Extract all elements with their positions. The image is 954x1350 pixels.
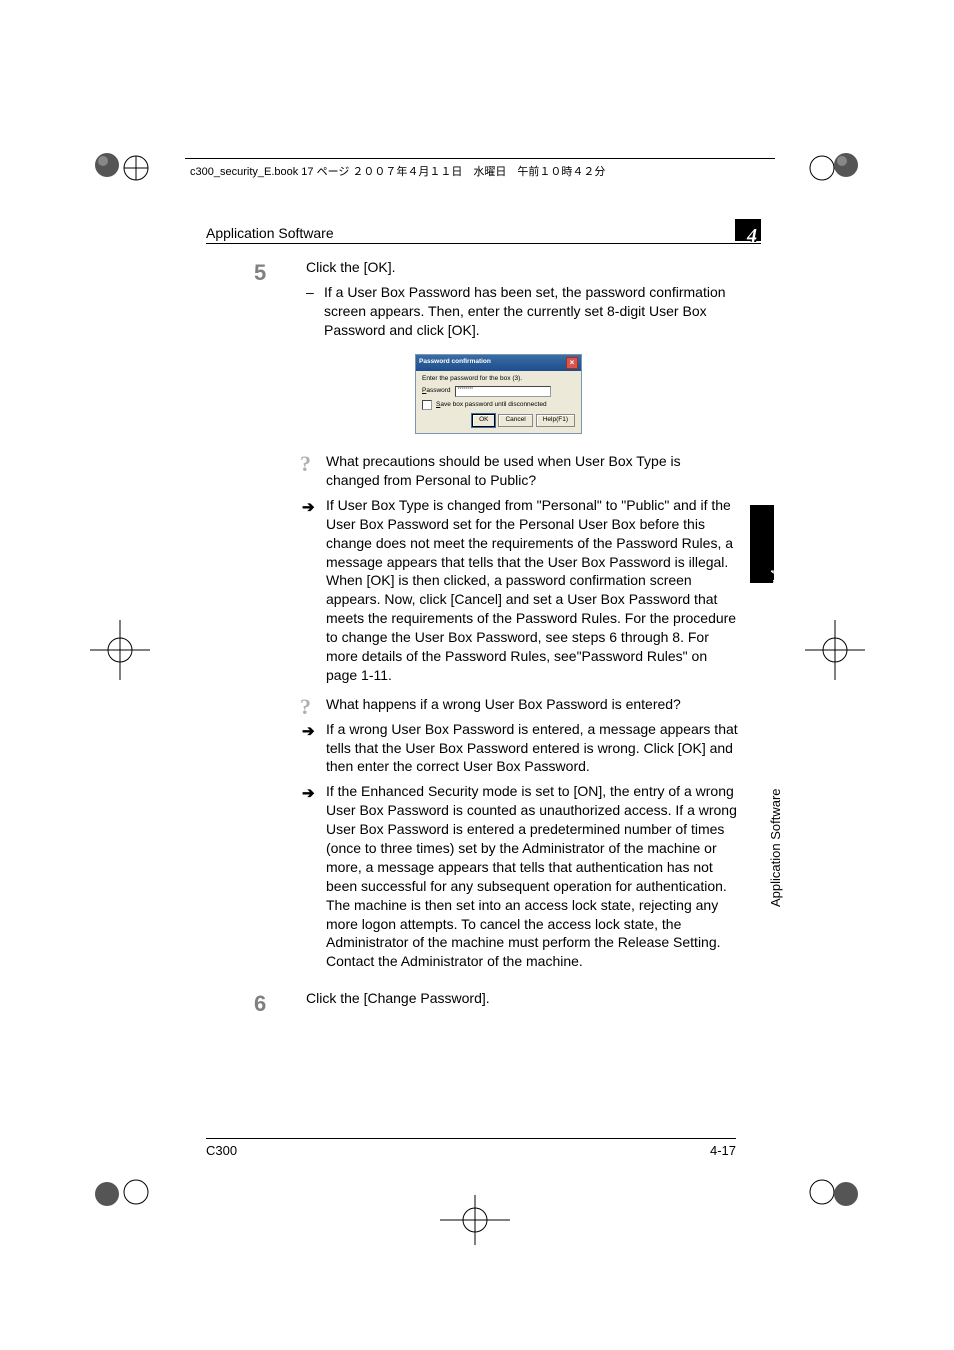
question-icon: ? <box>300 449 311 479</box>
step-text: Click the [Change Password]. <box>306 989 738 1008</box>
step-number: 6 <box>254 989 266 1019</box>
arrow-icon: ➔ <box>302 784 315 804</box>
answer-text: If a wrong User Box Password is entered,… <box>326 721 738 775</box>
crop-mark <box>58 120 178 240</box>
ok-button[interactable]: OK <box>472 414 495 427</box>
crop-mark <box>430 1190 520 1250</box>
question-text: What precautions should be used when Use… <box>326 453 681 488</box>
footer-model: C300 <box>206 1143 237 1158</box>
reg-ball <box>93 151 121 179</box>
footer-page: 4-17 <box>710 1143 736 1158</box>
answer-1: ➔ If User Box Type is changed from "Pers… <box>306 496 738 685</box>
question-2: ? What happens if a wrong User Box Passw… <box>306 695 738 714</box>
step-5: 5 Click the [OK]. If a User Box Password… <box>260 258 738 340</box>
answer-text: If User Box Type is changed from "Person… <box>326 497 736 683</box>
section-label: Application Software <box>768 788 783 907</box>
dialog-prompt: Enter the password for the box (3). <box>422 375 575 384</box>
step-subtext: If a User Box Password has been set, the… <box>306 283 738 340</box>
dialog-titlebar: Password confirmation × <box>416 355 581 371</box>
password-dialog: Password confirmation × Enter the passwo… <box>415 354 582 435</box>
crop-mark <box>780 120 900 240</box>
save-password-label: Save box password until disconnectedSave… <box>436 401 547 410</box>
question-1: ? What precautions should be used when U… <box>306 452 738 490</box>
close-icon[interactable]: × <box>566 357 578 369</box>
reg-ball <box>832 151 860 179</box>
step-6: 6 Click the [Change Password]. <box>260 989 738 1008</box>
cancel-button[interactable]: Cancel <box>498 414 532 427</box>
arrow-icon: ➔ <box>302 722 315 742</box>
reg-ball <box>832 1180 860 1208</box>
save-password-checkbox[interactable] <box>422 400 432 410</box>
crop-mark <box>775 590 895 710</box>
page-footer: C300 4-17 <box>206 1138 736 1158</box>
question-text: What happens if a wrong User Box Passwor… <box>326 696 681 712</box>
section-number: 4 <box>747 225 757 248</box>
password-label: PPasswordassword <box>422 387 451 396</box>
section-title: Application Software <box>206 225 334 241</box>
answer-3: ➔ If the Enhanced Security mode is set t… <box>306 782 738 971</box>
content-area: 5 Click the [OK]. If a User Box Password… <box>260 258 738 1022</box>
step-text: Click the [OK]. <box>306 258 738 277</box>
side-tab-section: Application Software <box>750 590 774 762</box>
answer-2: ➔ If a wrong User Box Password is entere… <box>306 720 738 777</box>
section-number-box: 4 <box>735 219 761 241</box>
header-path: c300_security_E.book 17 ページ ２００７年４月１１日 水… <box>190 163 605 179</box>
help-button[interactable]: Help(F1) <box>536 414 575 427</box>
arrow-icon: ➔ <box>302 498 315 518</box>
step-number: 5 <box>254 258 266 288</box>
header-rule <box>185 158 775 159</box>
reg-ball <box>93 1180 121 1208</box>
crop-mark <box>60 590 180 710</box>
dialog-title: Password confirmation <box>419 358 491 367</box>
side-tab-chapter: Chapter 4 <box>750 505 774 583</box>
section-header: Application Software 4 <box>206 219 761 244</box>
question-icon: ? <box>300 692 311 722</box>
password-input[interactable]: ******** <box>455 386 551 397</box>
answer-text: If the Enhanced Security mode is set to … <box>326 783 737 969</box>
